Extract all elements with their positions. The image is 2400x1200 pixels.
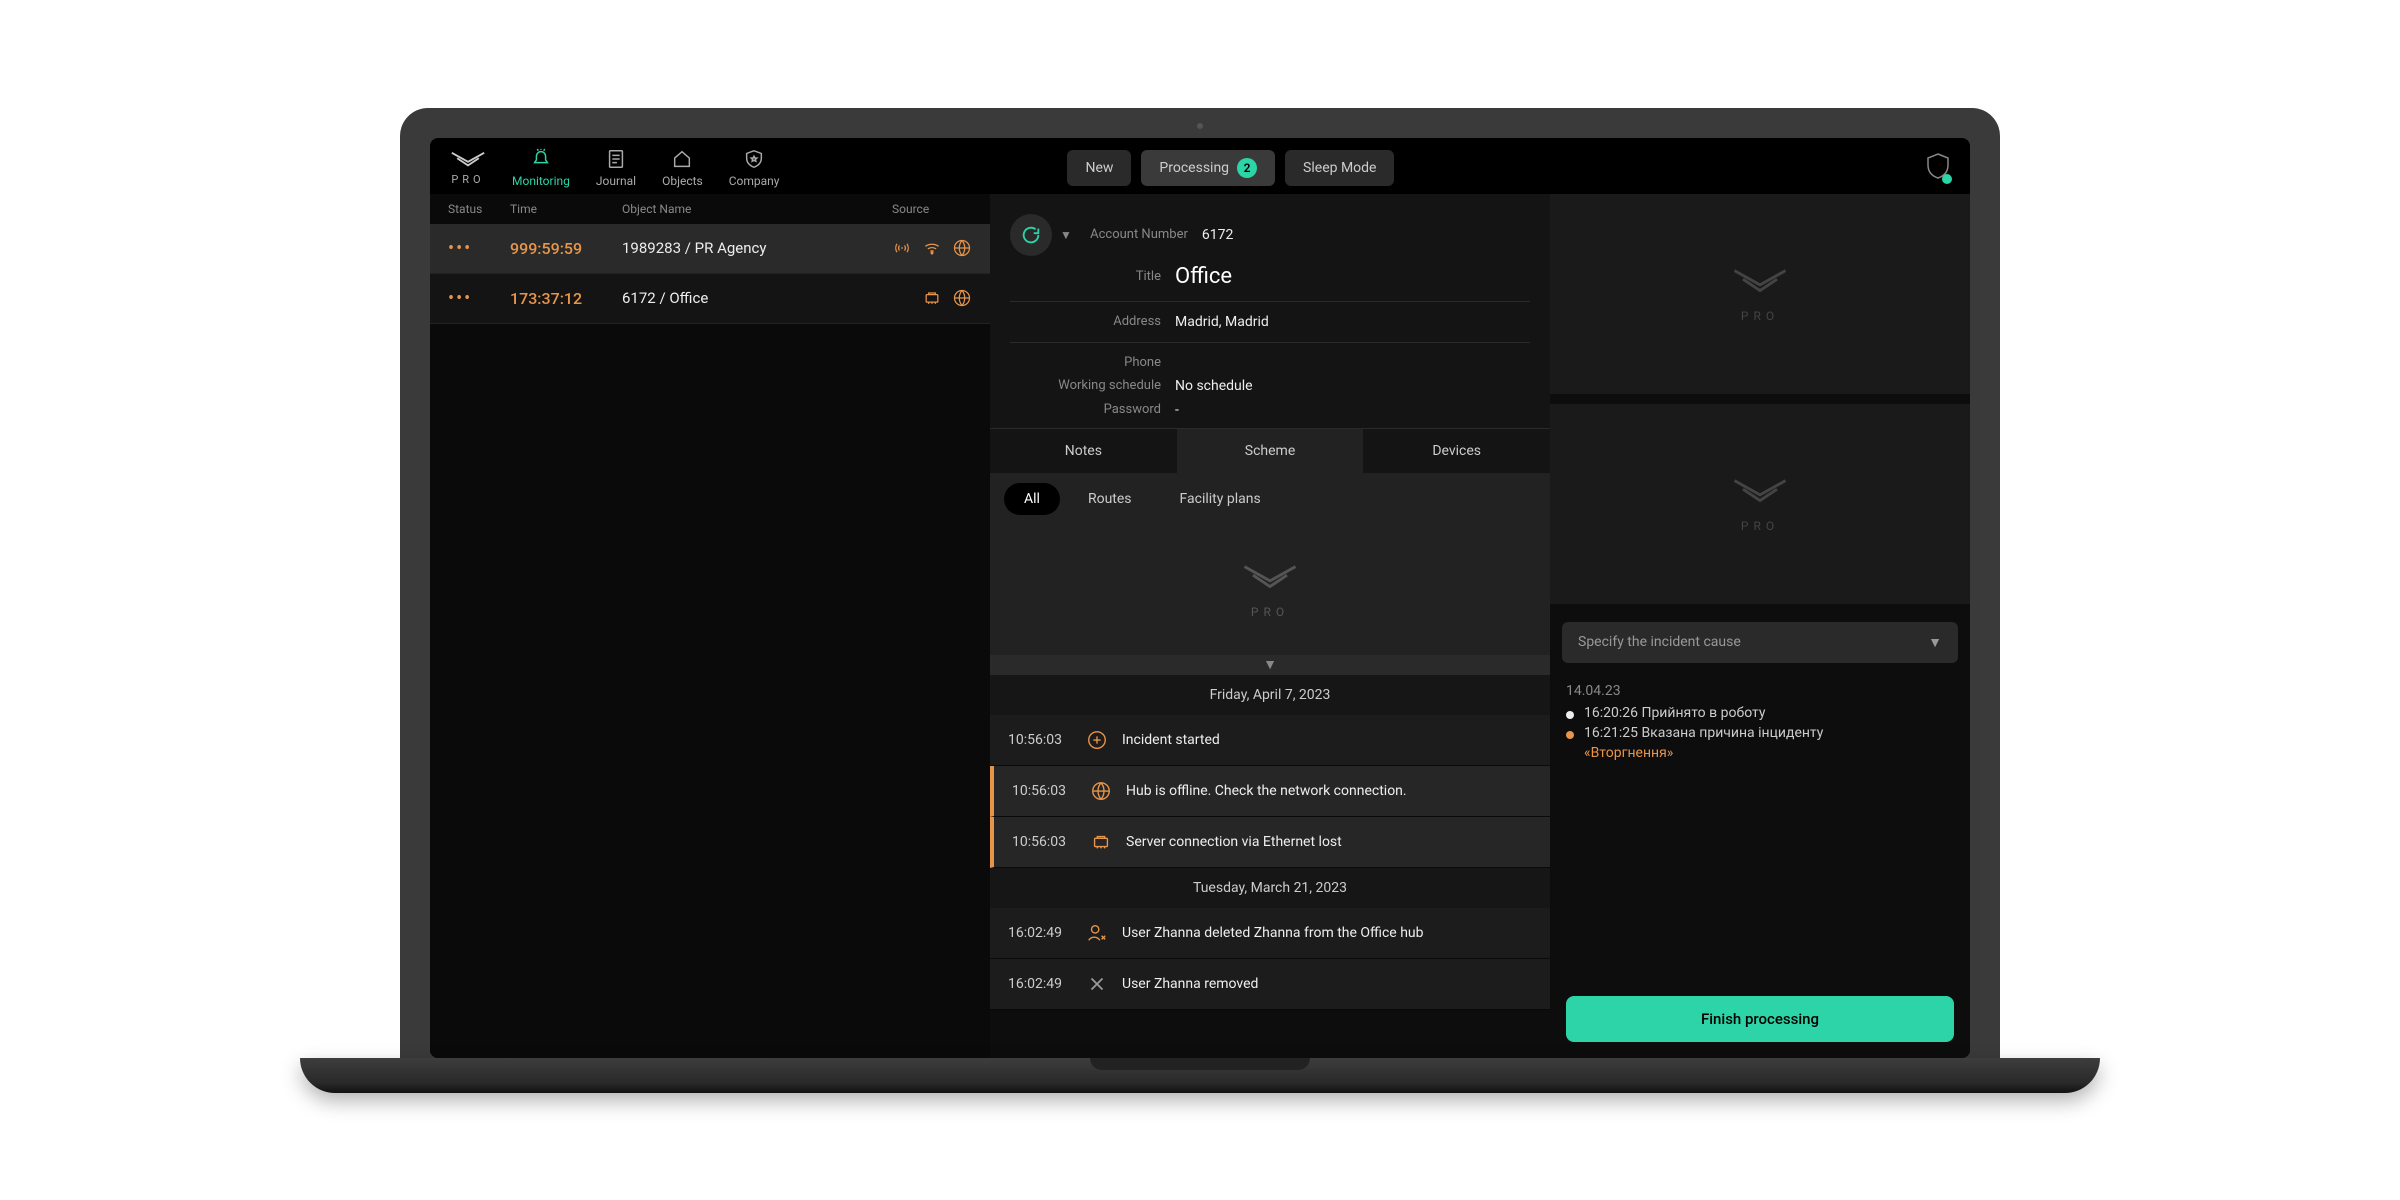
media-placeholder: PRO bbox=[1550, 404, 1970, 604]
account-number: 6172 bbox=[1202, 227, 1233, 243]
finish-processing-button[interactable]: Finish processing bbox=[1566, 996, 1954, 1042]
col-source: Source bbox=[892, 202, 972, 216]
refresh-icon bbox=[1020, 224, 1042, 246]
more-icon[interactable]: ••• bbox=[448, 288, 488, 309]
shield-star-icon bbox=[743, 148, 765, 170]
wifi-icon bbox=[922, 238, 942, 258]
incident-time: 173:37:12 bbox=[510, 289, 600, 308]
detail-tabs: Notes Scheme Devices bbox=[990, 429, 1550, 473]
tab-new[interactable]: New bbox=[1067, 150, 1131, 186]
incident-time: 999:59:59 bbox=[510, 239, 600, 258]
status-tabs: New Processing 2 Sleep Mode bbox=[1067, 150, 1394, 186]
incident-cause-select[interactable]: Specify the incident cause ▼ bbox=[1562, 622, 1958, 663]
tab-notes[interactable]: Notes bbox=[990, 429, 1177, 473]
incident-list: Status Time Object Name Source ••• 999:5… bbox=[430, 194, 990, 1058]
tab-scheme[interactable]: Scheme bbox=[1177, 429, 1364, 473]
nav-monitoring[interactable]: Monitoring bbox=[512, 148, 570, 188]
ethernet-icon bbox=[1090, 831, 1112, 853]
object-schedule: No schedule bbox=[1175, 378, 1253, 394]
refresh-button[interactable] bbox=[1010, 214, 1052, 256]
chevron-down-icon: ▼ bbox=[1928, 634, 1942, 651]
action-log: 14.04.23 16:20:26 Прийнято в роботу 16:2… bbox=[1550, 673, 1970, 976]
user-delete-icon bbox=[1086, 922, 1108, 944]
incident-name: 6172 / Office bbox=[622, 289, 900, 307]
event-log[interactable]: Friday, April 7, 2023 10:56:03 Incident … bbox=[990, 675, 1550, 1058]
incident-row[interactable]: ••• 173:37:12 6172 / Office bbox=[430, 273, 990, 324]
logo: PRO bbox=[450, 149, 486, 186]
scheme-placeholder: PRO bbox=[990, 525, 1550, 655]
nav-journal[interactable]: Journal bbox=[596, 148, 636, 188]
object-address: Madrid, Madrid bbox=[1175, 314, 1269, 330]
plus-circle-icon bbox=[1086, 729, 1108, 751]
globe-icon bbox=[952, 238, 972, 258]
col-time: Time bbox=[510, 202, 600, 216]
tab-devices[interactable]: Devices bbox=[1363, 429, 1550, 473]
event-date: Tuesday, March 21, 2023 bbox=[990, 868, 1550, 908]
ethernet-icon bbox=[922, 288, 942, 308]
event-row[interactable]: 16:02:49 User Zhanna removed bbox=[990, 959, 1550, 1010]
bell-icon bbox=[530, 148, 552, 170]
sub-tab-plans[interactable]: Facility plans bbox=[1160, 483, 1281, 515]
nav-objects[interactable]: Objects bbox=[662, 148, 703, 188]
dropdown-caret[interactable]: ▼ bbox=[1060, 228, 1072, 242]
resize-handle[interactable]: ▼ bbox=[990, 655, 1550, 675]
incident-name: 1989283 / PR Agency bbox=[622, 239, 870, 257]
topbar: PRO Monitoring Journal Objects Company bbox=[430, 138, 1970, 194]
globe-icon bbox=[1090, 780, 1112, 802]
incident-row[interactable]: ••• 999:59:59 1989283 / PR Agency bbox=[430, 224, 990, 273]
col-name: Object Name bbox=[622, 202, 870, 216]
scheme-sub-tabs: All Routes Facility plans bbox=[990, 473, 1550, 525]
processing-count-badge: 2 bbox=[1237, 158, 1257, 178]
media-placeholder: PRO bbox=[1550, 194, 1970, 394]
event-row[interactable]: 10:56:03 Incident started bbox=[990, 715, 1550, 766]
nav-company[interactable]: Company bbox=[729, 148, 780, 188]
tab-sleep[interactable]: Sleep Mode bbox=[1285, 150, 1394, 186]
arm-status[interactable] bbox=[1926, 152, 1950, 184]
sub-tab-routes[interactable]: Routes bbox=[1068, 483, 1152, 515]
object-password: - bbox=[1175, 402, 1179, 418]
detail-panel: ▼ Account Number 6172 TitleOffice Addres… bbox=[990, 194, 1550, 1058]
event-row[interactable]: 10:56:03 Server connection via Ethernet … bbox=[990, 817, 1550, 868]
status-dot bbox=[1942, 174, 1952, 184]
cellular-icon bbox=[892, 238, 912, 258]
event-date: Friday, April 7, 2023 bbox=[990, 675, 1550, 715]
col-status: Status bbox=[448, 202, 488, 216]
globe-icon bbox=[952, 288, 972, 308]
sub-tab-all[interactable]: All bbox=[1004, 483, 1060, 515]
journal-icon bbox=[605, 148, 627, 170]
x-icon bbox=[1086, 973, 1108, 995]
home-icon bbox=[671, 148, 693, 170]
more-icon[interactable]: ••• bbox=[448, 238, 488, 259]
object-title: Office bbox=[1175, 264, 1232, 289]
right-panel: PRO PRO Specify the incident cause ▼ 14.… bbox=[1550, 194, 1970, 1058]
tab-processing[interactable]: Processing 2 bbox=[1141, 150, 1275, 186]
nav: Monitoring Journal Objects Company bbox=[512, 148, 779, 188]
event-row[interactable]: 16:02:49 User Zhanna deleted Zhanna from… bbox=[990, 908, 1550, 959]
event-row[interactable]: 10:56:03 Hub is offline. Check the netwo… bbox=[990, 766, 1550, 817]
